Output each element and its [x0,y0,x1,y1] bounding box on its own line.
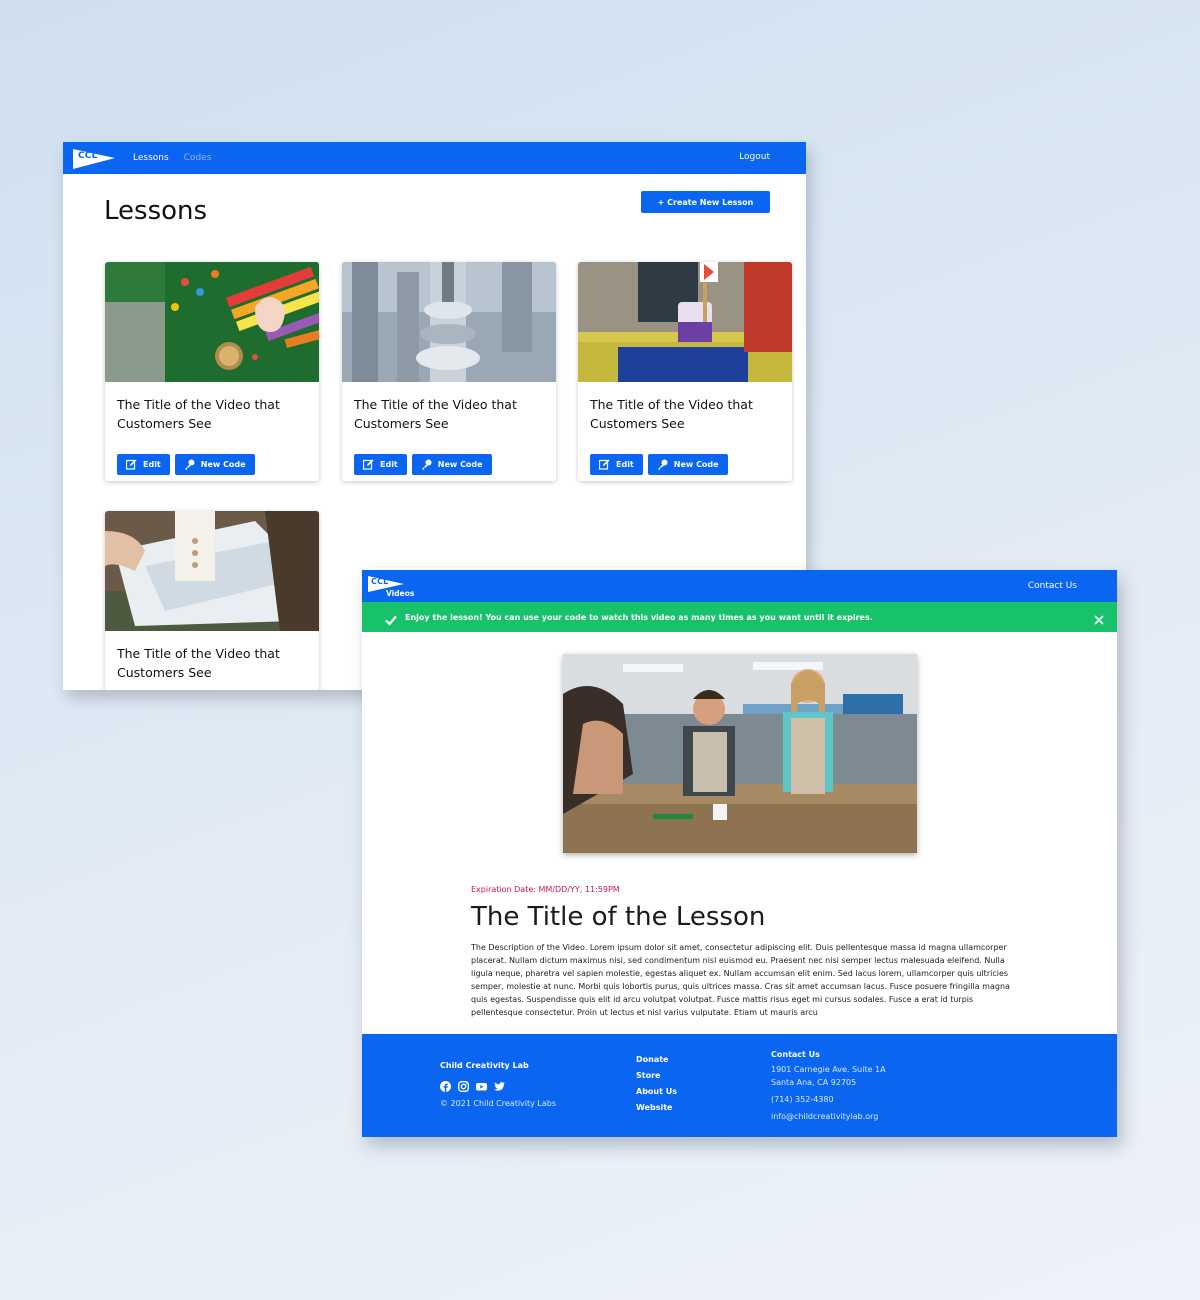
edit-button[interactable]: Edit [590,454,643,475]
admin-navbar: CCL Lessons Codes Logout [63,142,806,174]
lesson-thumbnail[interactable] [105,262,319,382]
facebook-icon[interactable] [440,1077,451,1092]
edit-label: Edit [143,460,161,469]
page-title: Lessons [104,196,208,226]
ccl-logo[interactable]: CCL [73,146,115,170]
lesson-thumbnail[interactable] [105,511,319,631]
footer-link-about[interactable]: About Us [636,1087,677,1096]
new-code-label: New Code [200,460,246,469]
footer-links: Donate Store About Us Website [636,1055,677,1119]
logo-text: CCL [371,577,389,586]
footer-link-website[interactable]: Website [636,1103,677,1112]
lesson-description: The Description of the Video. Lorem ipsu… [471,943,1010,1017]
logo-text: CCL [78,151,98,161]
lesson-title: The Title of the Lesson [471,902,766,932]
footer-link-donate[interactable]: Donate [636,1055,677,1064]
footer-link-store[interactable]: Store [636,1071,677,1080]
new-code-label: New Code [437,460,483,469]
lesson-card: The Title of the Video that Customers Se… [105,262,319,481]
new-code-button[interactable]: New Code [647,454,728,475]
footer-email[interactable]: info@childcreativitylab.org [771,1110,886,1123]
lesson-video-player[interactable] [563,654,917,853]
new-code-button[interactable]: New Code [411,454,492,475]
logout-link[interactable]: Logout [739,152,770,162]
edit-icon [125,459,137,470]
key-icon [421,459,432,470]
lesson-card: The Title of the Video that Customers Se… [578,262,792,481]
lesson-card-title: The Title of the Video that Customers Se… [590,397,753,431]
create-new-lesson-button[interactable]: + Create New Lesson [641,191,770,213]
close-icon[interactable] [1093,611,1105,625]
expiration-date: Expiration Date: MM/DD/YY, 11:59PM [471,885,620,894]
edit-icon [362,459,374,470]
lesson-card: The Title of the Video that Customers Se… [105,511,319,690]
edit-label: Edit [616,460,634,469]
footer-contact-heading: Contact Us [771,1050,820,1059]
new-code-button[interactable]: New Code [174,454,255,475]
key-icon [657,459,668,470]
social-links [440,1077,505,1092]
lesson-card-title: The Title of the Video that Customers Se… [354,397,517,431]
lesson-card: The Title of the Video that Customers Se… [342,262,556,481]
footer-phone[interactable]: (714) 352-4380 [771,1093,886,1106]
site-footer: Child Creativity Lab © 2021 Child Creati… [362,1034,1117,1137]
contact-us-link[interactable]: Contact Us [1028,581,1077,591]
video-viewer-window: CCL Videos Contact Us Enjoy the lesson! … [362,570,1117,1137]
lesson-thumbnail[interactable] [578,262,792,382]
twitter-icon[interactable] [494,1077,505,1091]
lesson-card-title: The Title of the Video that Customers Se… [117,646,280,680]
key-icon [184,459,195,470]
edit-button[interactable]: Edit [354,454,407,475]
check-icon [385,611,397,626]
nav-lessons[interactable]: Lessons [133,153,169,163]
lesson-thumbnail[interactable] [342,262,556,382]
edit-label: Edit [380,460,398,469]
alert-message: Enjoy the lesson! You can use your code … [405,612,873,622]
footer-address-line-2: Santa Ana, CA 92705 [771,1078,857,1087]
edit-button[interactable]: Edit [117,454,170,475]
instagram-icon[interactable] [458,1077,469,1092]
footer-contact: Contact Us 1901 Carnegie Ave. Suite 1A S… [771,1050,886,1123]
youtube-icon[interactable] [476,1077,487,1091]
lesson-card-title: The Title of the Video that Customers Se… [117,397,280,431]
videos-label: Videos [386,589,415,598]
footer-brand: Child Creativity Lab [440,1061,529,1070]
footer-address-line-1: 1901 Carnegie Ave. Suite 1A [771,1065,886,1074]
success-alert: Enjoy the lesson! You can use your code … [362,602,1117,632]
footer-copyright: © 2021 Child Creativity Labs [440,1099,557,1108]
edit-icon [598,459,610,470]
viewer-navbar: CCL Videos Contact Us [362,570,1117,602]
nav-codes[interactable]: Codes [184,153,212,163]
new-code-label: New Code [673,460,719,469]
